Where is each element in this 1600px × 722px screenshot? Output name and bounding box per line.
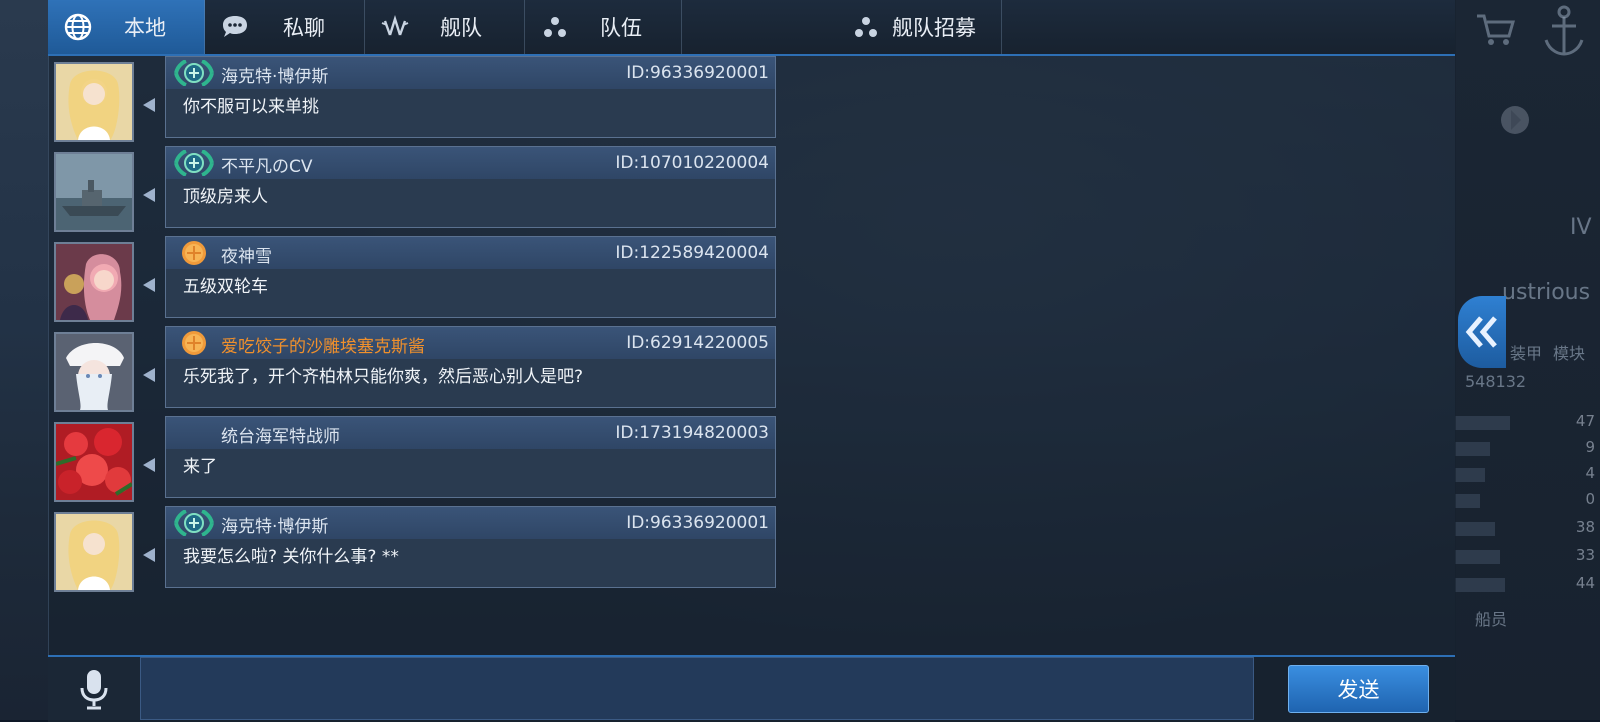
- message-bubble: 海克特·博伊斯 ID:96336920001 我要怎么啦? 关你什么事? **: [165, 506, 776, 588]
- sender-id: ID:96336920001: [626, 513, 769, 533]
- chat-message: 不平凡のCV ID:107010220004 顶级房来人: [54, 146, 776, 232]
- message-bubble: 不平凡のCV ID:107010220004 顶级房来人: [165, 146, 776, 228]
- message-header: 海克特·博伊斯 ID:96336920001: [166, 507, 775, 539]
- vip-wreath-badge-icon: [174, 150, 214, 176]
- module-label: 模块: [1553, 344, 1586, 363]
- vip-wreath-badge-icon: [174, 510, 214, 536]
- sender-id: ID:173194820003: [615, 423, 769, 443]
- chat-tabbar: 本地 私聊 舰队 队伍 舰队招募: [48, 0, 1455, 56]
- fleet-emblem-icon: [381, 14, 409, 36]
- send-button[interactable]: 发送: [1288, 665, 1429, 713]
- chat-message: 海克特·博伊斯 ID:96336920001 你不服可以来单挑: [54, 56, 776, 142]
- tab-fleet-recruit[interactable]: 舰队招募: [682, 0, 1002, 54]
- double-chevron-left-icon: [1465, 316, 1497, 348]
- message-text: 五级双轮车: [183, 277, 268, 297]
- arrow-right-icon: [1501, 106, 1529, 134]
- bubble-pointer: [143, 98, 155, 112]
- tab-label: 本地: [124, 16, 166, 40]
- sender-name[interactable]: 统台海军特战师: [221, 422, 340, 447]
- message-input[interactable]: [140, 657, 1254, 720]
- crew-label: 船员: [1475, 610, 1508, 629]
- bubble-pointer: [143, 278, 155, 292]
- bubble-pointer: [143, 368, 155, 382]
- tab-label: 舰队: [440, 16, 482, 40]
- sender-id: ID:122589420004: [615, 243, 769, 263]
- bubble-pointer: [143, 458, 155, 472]
- bubble-pointer: [143, 548, 155, 562]
- sender-id: ID:107010220004: [615, 153, 769, 173]
- team-dots-icon: [855, 17, 877, 37]
- tab-label: 队伍: [600, 16, 642, 40]
- voice-button[interactable]: [48, 657, 141, 720]
- sender-id: ID:96336920001: [626, 63, 769, 83]
- message-text: 乐死我了，开个齐柏林只能你爽，然后恶心别人是吧?: [183, 367, 584, 387]
- bubble-pointer: [143, 188, 155, 202]
- stat-row: 38: [1455, 518, 1595, 538]
- gold-coin-badge-icon: [182, 241, 206, 265]
- tab-fleet[interactable]: 舰队: [365, 0, 525, 54]
- avatar[interactable]: [54, 242, 134, 322]
- message-header: 统台海军特战师 ID:173194820003: [166, 417, 775, 449]
- message-header: 爱吃饺子的沙雕埃塞克斯酱 ID:62914220005: [166, 327, 775, 359]
- stat-row: 9: [1455, 438, 1595, 458]
- gold-coin-badge-icon: [182, 331, 206, 355]
- globe-icon: [64, 13, 92, 41]
- tab-label: 私聊: [283, 16, 325, 40]
- cart-icon: [1477, 14, 1515, 45]
- avatar[interactable]: [54, 332, 134, 412]
- sender-name[interactable]: 爱吃饺子的沙雕埃塞克斯酱: [221, 332, 425, 357]
- team-dots-icon: [544, 17, 566, 37]
- message-header: 不平凡のCV ID:107010220004: [166, 147, 775, 179]
- stat-row: 33: [1455, 546, 1595, 566]
- tab-local[interactable]: 本地: [48, 0, 205, 54]
- avatar[interactable]: [54, 422, 134, 502]
- message-bubble: 统台海军特战师 ID:173194820003 来了: [165, 416, 776, 498]
- stat-row: 0: [1455, 490, 1595, 510]
- anchor-icon: [1544, 5, 1584, 56]
- sender-name[interactable]: 夜神雪: [221, 242, 272, 267]
- armor-label: 装甲: [1510, 344, 1543, 363]
- ship-name: ustrious: [1502, 280, 1591, 305]
- message-bubble: 爱吃饺子的沙雕埃塞克斯酱 ID:62914220005 乐死我了，开个齐柏林只能…: [165, 326, 776, 408]
- ship-power: 548132: [1465, 372, 1527, 391]
- stat-row: 47: [1455, 412, 1595, 432]
- avatar[interactable]: [54, 512, 134, 592]
- chat-message: 夜神雪 ID:122589420004 五级双轮车: [54, 236, 776, 322]
- tab-team[interactable]: 队伍: [525, 0, 682, 54]
- stat-row: 44: [1455, 574, 1595, 594]
- sender-name[interactable]: 不平凡のCV: [221, 152, 313, 177]
- message-text: 来了: [183, 457, 217, 477]
- message-text: 你不服可以来单挑: [183, 97, 319, 117]
- chat-message: 统台海军特战师 ID:173194820003 来了: [54, 416, 776, 502]
- tab-private-chat[interactable]: 私聊: [205, 0, 365, 54]
- message-text: 顶级房来人: [183, 187, 268, 207]
- sender-name[interactable]: 海克特·博伊斯: [221, 512, 328, 537]
- tab-label: 舰队招募: [892, 16, 976, 40]
- message-bubble: 海克特·博伊斯 ID:96336920001 你不服可以来单挑: [165, 56, 776, 138]
- chat-message: 海克特·博伊斯 ID:96336920001 我要怎么啦? 关你什么事? **: [54, 506, 776, 592]
- ship-tier: IV: [1570, 215, 1592, 240]
- chat-message: 爱吃饺子的沙雕埃塞克斯酱 ID:62914220005 乐死我了，开个齐柏林只能…: [54, 326, 776, 412]
- avatar[interactable]: [54, 152, 134, 232]
- collapse-panel-button[interactable]: [1458, 296, 1506, 368]
- message-text: 我要怎么啦? 关你什么事? **: [183, 547, 399, 567]
- sender-name[interactable]: 海克特·博伊斯: [221, 62, 328, 87]
- vip-wreath-badge-icon: [174, 60, 214, 86]
- microphone-icon: [80, 670, 108, 710]
- sender-id: ID:62914220005: [626, 333, 769, 353]
- chat-bubble-icon: [223, 16, 247, 37]
- stat-row: 4: [1455, 464, 1595, 484]
- message-header: 夜神雪 ID:122589420004: [166, 237, 775, 269]
- message-header: 海克特·博伊斯 ID:96336920001: [166, 57, 775, 89]
- message-bubble: 夜神雪 ID:122589420004 五级双轮车: [165, 236, 776, 318]
- avatar[interactable]: [54, 62, 134, 142]
